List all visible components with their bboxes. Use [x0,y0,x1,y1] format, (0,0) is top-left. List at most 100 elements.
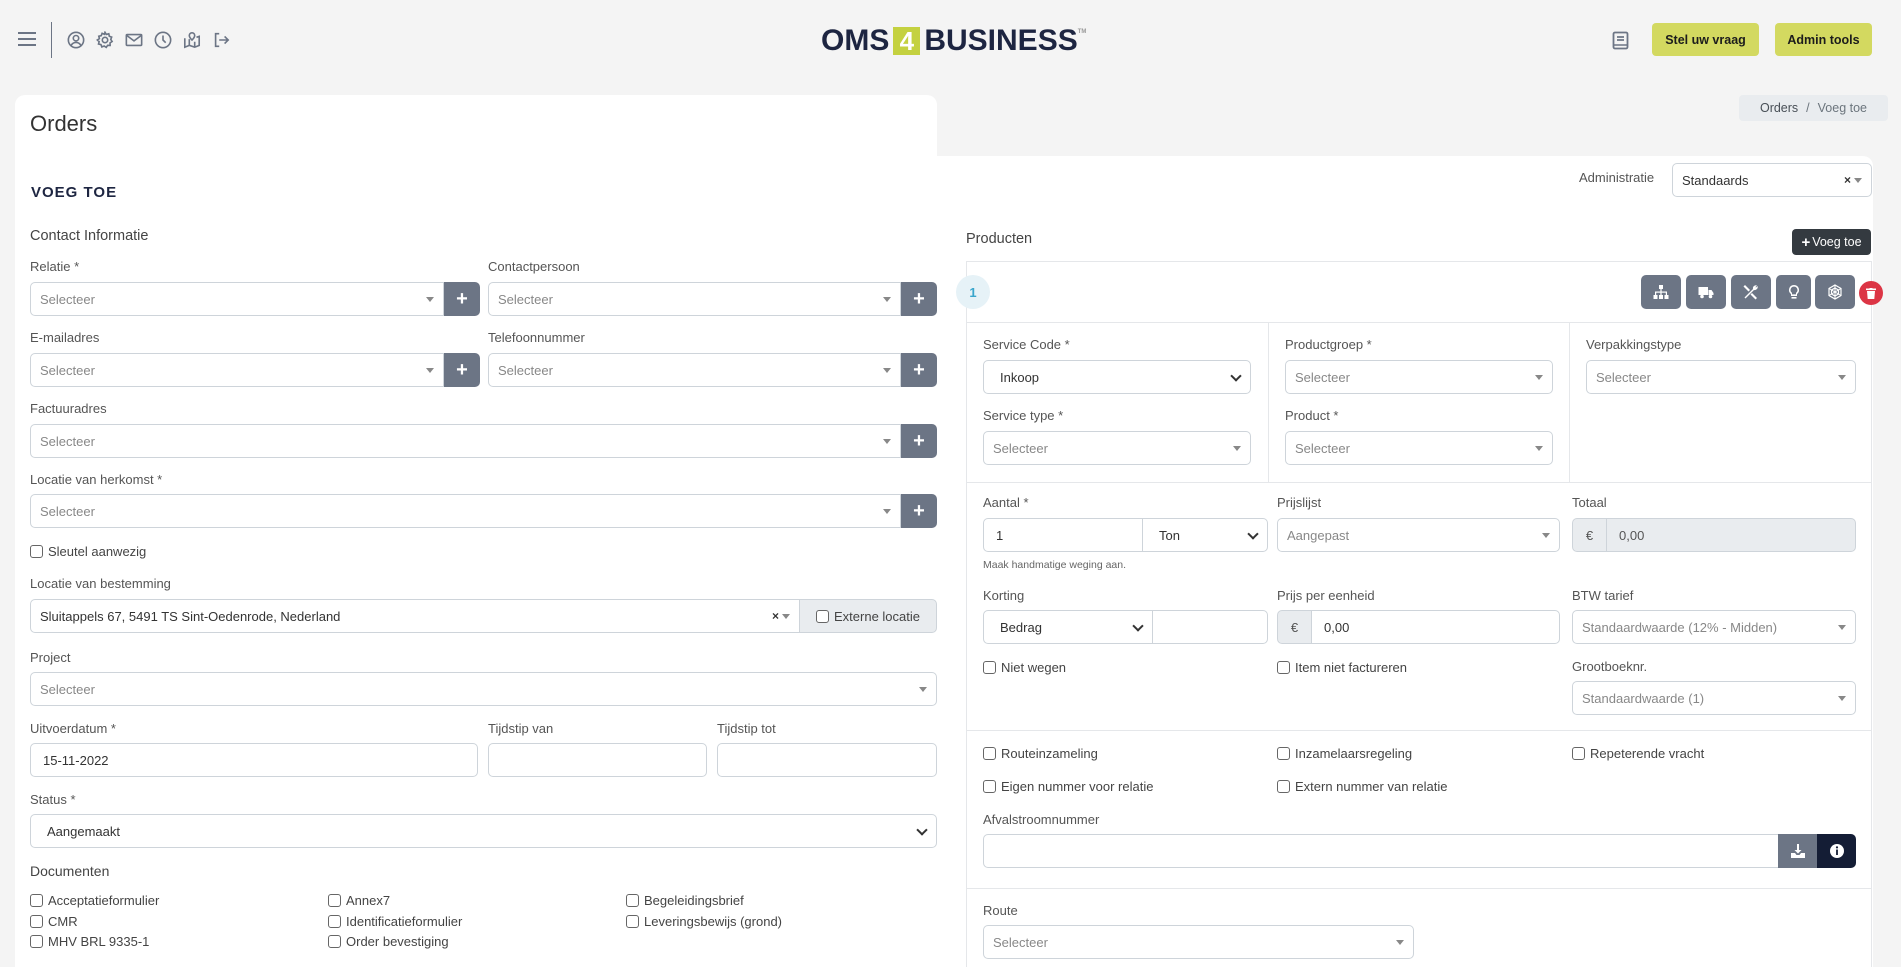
herkomst-label: Locatie van herkomst * [30,472,163,487]
sitemap-icon[interactable] [1641,275,1681,309]
sleutel-checkbox[interactable]: Sleutel aanwezig [30,544,146,559]
clock-icon[interactable] [153,30,172,49]
doc-checkbox[interactable]: Begeleidingsbrief [626,893,744,908]
product-select[interactable]: Selecteer [1285,431,1553,465]
admin-tools-button[interactable]: Admin tools [1775,23,1872,56]
korting-type-select[interactable]: Bedrag [983,610,1153,644]
checkbox-box[interactable] [30,545,43,558]
korting-input[interactable] [1152,610,1268,644]
bestemming-select[interactable]: Sluitappels 67, 5491 TS Sint-Oedenrode, … [30,599,800,633]
ask-question-button[interactable]: Stel uw vraag [1652,23,1759,56]
checkbox-box[interactable] [983,747,996,760]
user-circle-icon[interactable] [66,30,85,49]
doc-checkbox[interactable]: Annex7 [328,893,390,908]
eigen-nummer-checkbox[interactable]: Eigen nummer voor relatie [983,779,1153,794]
breadcrumb-orders[interactable]: Orders [1760,101,1798,115]
checkbox-box[interactable] [626,894,639,907]
unit-select[interactable]: Ton [1142,518,1268,552]
checkbox-box[interactable] [983,661,996,674]
add-telefoon-button[interactable]: + [901,353,937,387]
checkbox-box[interactable] [1572,747,1585,760]
mail-icon[interactable] [124,30,143,49]
factuuradres-select[interactable]: Selecteer [30,424,901,458]
truck-icon[interactable] [1686,275,1726,309]
caret-down-icon [883,439,891,444]
gear-icon[interactable] [95,30,114,49]
checkbox-box[interactable] [1277,747,1290,760]
administratie-select[interactable]: Standaards × [1672,163,1872,197]
checkbox-box[interactable] [328,894,341,907]
niet-wegen-checkbox[interactable]: Niet wegen [983,660,1066,675]
checkbox-box[interactable] [816,609,829,623]
logo: OMS 4 BUSINESS TM [821,24,1086,57]
checkbox-box[interactable] [983,780,996,793]
status-select[interactable]: Aangemaakt [30,814,937,848]
grootboek-select[interactable]: Standaardwaarde (1) [1572,681,1856,715]
add-relatie-button[interactable]: + [444,282,480,316]
externe-locatie-addon[interactable]: Externe locatie [799,599,937,633]
inzamelaarsregeling-checkbox[interactable]: Inzamelaarsregeling [1277,746,1412,761]
extern-nummer-checkbox[interactable]: Extern nummer van relatie [1277,779,1447,794]
download-icon[interactable] [1778,834,1817,868]
tools-icon[interactable] [1731,275,1771,309]
checkbox-box[interactable] [30,894,43,907]
tijd-tot-input[interactable] [717,743,937,777]
clear-icon[interactable]: × [772,609,779,623]
checkbox-box[interactable] [1277,780,1290,793]
caret-down-icon [1535,446,1543,451]
doc-label: Leveringsbewijs (grond) [644,914,783,929]
route-select[interactable]: Selecteer [983,925,1414,959]
btw-select[interactable]: Standaardwaarde (12% - Midden) [1572,610,1856,644]
service-type-select[interactable]: Selecteer [983,431,1251,465]
contactpersoon-select[interactable]: Selecteer [488,282,901,316]
menu-icon[interactable] [18,32,36,46]
totaal-input: 0,00 [1606,518,1856,552]
relatie-select[interactable]: Selecteer [30,282,444,316]
logout-icon[interactable] [211,30,230,49]
checkbox-box[interactable] [30,915,43,928]
trash-icon[interactable] [1859,281,1883,305]
email-select[interactable]: Selecteer [30,353,444,387]
checkbox-box[interactable] [1277,661,1290,674]
add-product-button[interactable]: + Voeg toe [1792,229,1871,255]
caret-down-icon [1838,625,1846,630]
info-icon[interactable] [1817,834,1856,868]
prijslijst-select[interactable]: Aangepast [1277,518,1560,552]
chevron-down-icon [1132,620,1144,632]
tijd-van-input[interactable] [488,743,707,777]
service-code-select[interactable]: Inkoop [983,360,1251,394]
logo-four: 4 [893,27,921,55]
uitvoerdatum-input[interactable]: 15-11-2022 [30,743,478,777]
doc-checkbox[interactable]: Acceptatieformulier [30,893,159,908]
doc-checkbox[interactable]: Leveringsbewijs (grond) [626,914,782,929]
map-icon[interactable] [182,30,201,49]
doc-checkbox[interactable]: MHV BRL 9335-1 [30,934,149,949]
aantal-input[interactable]: 1 [983,518,1143,552]
doc-checkbox[interactable]: CMR [30,914,78,929]
telefoon-select[interactable]: Selecteer [488,353,901,387]
herkomst-select[interactable]: Selecteer [30,494,901,528]
checkbox-box[interactable] [30,935,43,948]
spider-web-icon[interactable] [1815,275,1855,309]
afvalstroom-input[interactable] [983,834,1779,868]
project-select[interactable]: Selecteer [30,672,937,706]
verpakkingstype-select[interactable]: Selecteer [1586,360,1856,394]
checkbox-box[interactable] [328,935,341,948]
externe-locatie-checkbox[interactable]: Externe locatie [816,609,920,624]
doc-checkbox[interactable]: Identificatieformulier [328,914,462,929]
repeterende-vracht-checkbox[interactable]: Repeterende vracht [1572,746,1704,761]
add-email-button[interactable]: + [444,353,480,387]
item-niet-factureren-checkbox[interactable]: Item niet factureren [1277,660,1407,675]
checkbox-box[interactable] [626,915,639,928]
doc-checkbox[interactable]: Order bevestiging [328,934,449,949]
clear-icon[interactable]: × [1844,173,1851,187]
productgroep-select[interactable]: Selecteer [1285,360,1553,394]
add-contactpersoon-button[interactable]: + [901,282,937,316]
prijs-per-eenheid-input[interactable]: 0,00 [1311,610,1560,644]
lightbulb-icon[interactable] [1776,275,1811,309]
book-icon[interactable] [1612,31,1629,50]
add-herkomst-button[interactable]: + [901,494,937,528]
add-factuuradres-button[interactable]: + [901,424,937,458]
routeinzameling-checkbox[interactable]: Routeinzameling [983,746,1098,761]
checkbox-box[interactable] [328,915,341,928]
